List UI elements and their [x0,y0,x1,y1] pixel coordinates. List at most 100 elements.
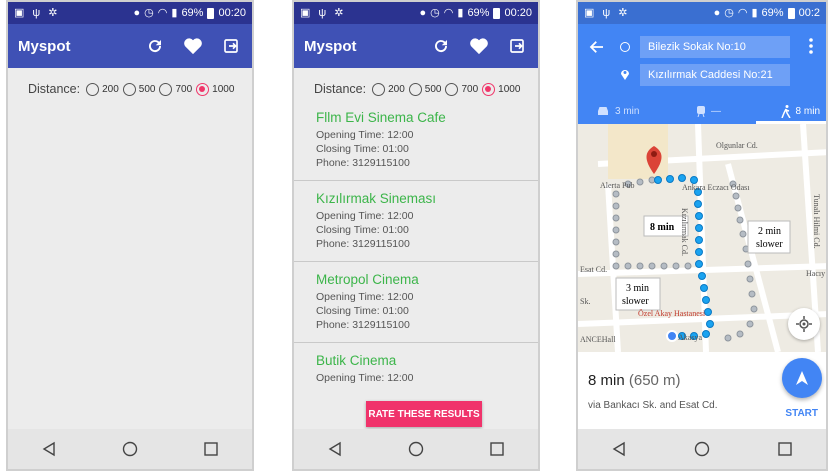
clock: 00:20 [504,7,532,19]
heart-icon[interactable] [468,35,490,57]
my-location-button[interactable] [788,308,820,340]
recents-nav-icon[interactable] [773,437,797,461]
back-arrow-icon[interactable] [588,38,606,56]
list-item[interactable]: Metropol Cinema Opening Time: 12:00 Clos… [294,262,538,343]
car-icon [598,107,608,115]
back-nav-icon[interactable] [37,437,61,461]
radio-200[interactable]: 200 [86,82,119,96]
list-item[interactable]: Kızılırmak Sineması Opening Time: 12:00 … [294,181,538,262]
distance-selector: Distance: 200 500 700 1000 [294,68,538,96]
alarm-icon: ◷ [144,6,154,19]
navigation-arrow-icon [796,371,808,385]
opening-time: Opening Time: 12:00 [316,372,414,384]
battery-icon [207,7,215,19]
radio-700[interactable]: 700 [445,82,478,96]
battery-icon [493,7,501,19]
street-right2: Hacıy [806,269,825,278]
home-nav-icon[interactable] [118,437,142,461]
recents-nav-icon[interactable] [485,437,509,461]
status-bar: ▣ ψ ✲ ● ◷ ◠ ▮ 69% 00:20 [8,2,252,24]
list-item[interactable]: Fllm Evi Sinema Cafe Opening Time: 12:00… [294,100,538,181]
street-left: Esat Cd. [580,265,607,274]
alt2-note-label: slower [622,296,649,307]
street-far-left: Sk. [580,297,590,306]
start-label[interactable]: START [785,408,818,419]
radio-700[interactable]: 700 [159,82,192,96]
battery-percent: 69% [467,7,490,19]
summary-distance: (650 m) [628,372,681,389]
phone-screen-3: ▣ ψ ✲ ● ◷ ◠ ▮ 69% 00:2 Bilezik Sokak No:… [576,0,828,471]
wifi-icon: ◠ [443,6,454,19]
screenshot-icon: ▣ [300,6,311,19]
location-icon: ● [133,6,141,19]
radio-500[interactable]: 500 [122,82,155,96]
destination-field[interactable]: Kızılırmak Caddesi No:21 [640,64,790,86]
android-icon: ✲ [334,6,344,19]
back-nav-icon[interactable] [607,437,631,461]
exit-icon[interactable] [220,35,242,57]
route-time-label: 8 min [650,222,675,233]
screenshot-icon: ▣ [584,6,595,19]
location-icon: ● [713,6,721,19]
app-bar: Myspot [294,24,538,68]
location-icon: ● [419,6,427,19]
results-list: Fllm Evi Sinema Cafe Opening Time: 12:00… [294,100,538,395]
signal-icon: ▮ [171,6,178,19]
cinema-name: Butik Cinema [316,353,397,368]
screenshot-icon: ▣ [14,6,25,19]
status-bar: ▣ ψ ✲ ● ◷ ◠ ▮ 69% 00:20 [294,2,538,24]
radio-1000[interactable]: 1000 [482,82,520,96]
home-nav-icon[interactable] [690,437,714,461]
poi-bottom: Akasya [678,333,702,342]
origin-dot-icon [620,42,630,52]
battery-icon [787,7,795,19]
origin-field[interactable]: Bilezik Sokak No:10 [640,36,790,58]
mode-walking[interactable]: 8 min [780,104,820,118]
mode-driving[interactable]: 3 min [596,106,639,117]
system-nav-bar [294,429,538,469]
distance-selector: Distance: 200 500 700 1000 [8,68,252,96]
opening-time: Opening Time: 12:00 [316,210,414,222]
alt1-note-label: slower [756,239,783,250]
travel-modes: 3 min — 8 min [578,98,826,124]
status-bar: ▣ ψ ✲ ● ◷ ◠ ▮ 69% 00:2 [578,2,826,24]
exit-icon[interactable] [506,35,528,57]
alt1-time-label: 2 min [758,226,781,237]
system-nav-bar [578,429,826,469]
usb-icon: ψ [32,6,41,19]
usb-icon: ψ [318,6,327,19]
more-vert-icon[interactable] [808,38,818,56]
train-icon [697,105,705,117]
recents-nav-icon[interactable] [199,437,223,461]
phone-screen-2: ▣ ψ ✲ ● ◷ ◠ ▮ 69% 00:20 Myspot Distance:… [292,0,540,471]
signal-icon: ▮ [457,6,464,19]
summary-time-row: 8 min (650 m) [588,372,681,389]
radio-1000[interactable]: 1000 [196,82,234,96]
wifi-icon: ◠ [157,6,168,19]
battery-percent: 69% [181,7,204,19]
radio-500[interactable]: 500 [408,82,441,96]
refresh-icon[interactable] [430,35,452,57]
radio-200[interactable]: 200 [372,82,405,96]
poi-pub: Alerta Pub [600,181,634,190]
mode-transit[interactable]: — [696,105,721,117]
refresh-icon[interactable] [144,35,166,57]
back-nav-icon[interactable] [323,437,347,461]
android-icon: ✲ [618,6,628,19]
cinema-name: Fllm Evi Sinema Cafe [316,110,446,125]
cinema-name: Metropol Cinema [316,272,419,287]
android-icon: ✲ [48,6,58,19]
street-right: Tunalı Hilmi Cd. [812,194,821,249]
alarm-icon: ◷ [430,6,440,19]
list-item[interactable]: Butik Cinema Opening Time: 12:00 [294,343,538,395]
poi-hospital: Özel Akay Hastanesi [638,309,706,318]
home-nav-icon[interactable] [404,437,428,461]
heart-icon[interactable] [182,35,204,57]
route-via: via Bankacı Sk. and Esat Cd. [588,400,718,411]
main-content: Distance: 200 500 700 1000 Fllm Evi Sine… [294,68,538,429]
phone-number: Phone: 3129115100 [316,157,410,169]
directions-header: Bilezik Sokak No:10 Kızılırmak Caddesi N… [578,24,826,124]
rate-results-button[interactable]: RATE THESE RESULTS [366,401,482,427]
app-title: Myspot [18,37,71,55]
start-navigation-button[interactable] [782,358,822,398]
